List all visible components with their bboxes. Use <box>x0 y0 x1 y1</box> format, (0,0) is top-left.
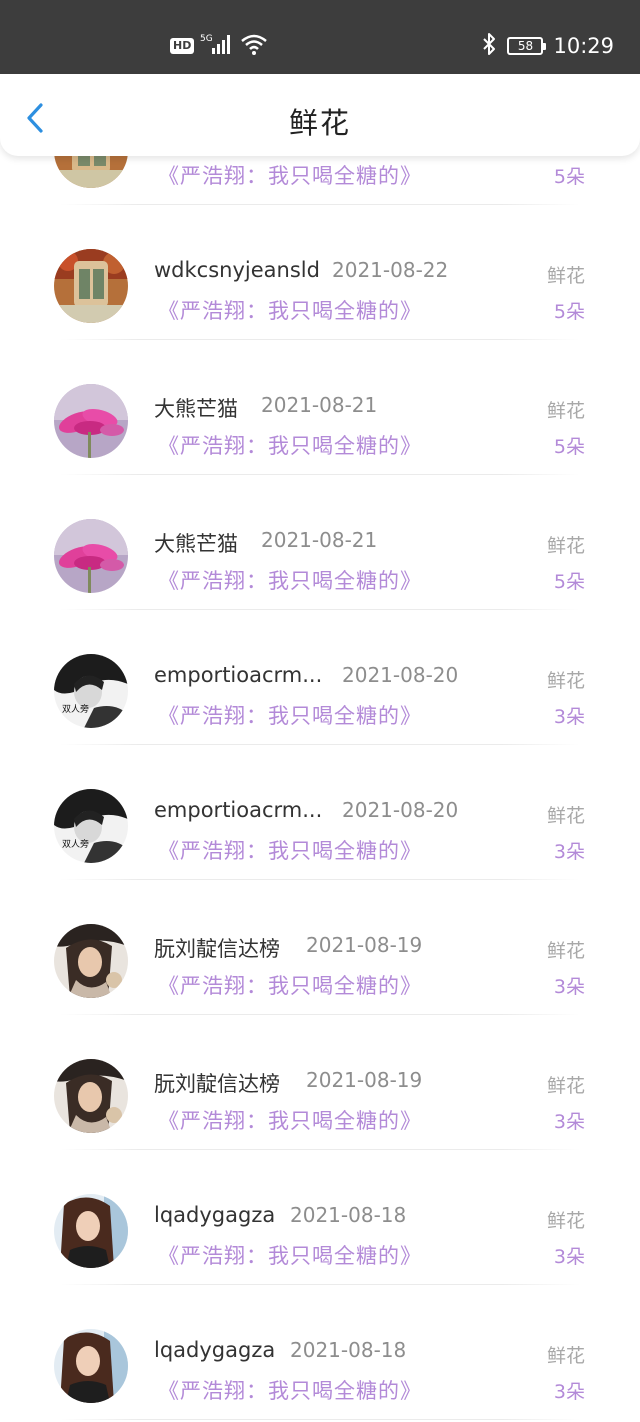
avatar <box>54 1329 128 1403</box>
list-item[interactable]: 大熊芒猫 2021-08-21 《严浩翔：我只喝全糖的》 鲜花 5朵 <box>0 340 640 475</box>
gift-type: 鲜花 <box>546 1210 585 1232</box>
nav-header: 鲜花 <box>0 74 640 156</box>
gift-type: 鲜花 <box>546 400 585 422</box>
work-title: 《严浩翔：我只喝全糖的》 <box>158 839 422 863</box>
user-name: emportioacrm... <box>154 798 323 822</box>
avatar <box>54 249 128 323</box>
flower-count: 3朵 <box>553 706 585 728</box>
work-title: 《严浩翔：我只喝全糖的》 <box>158 1379 422 1403</box>
svg-text:双人旁: 双人旁 <box>62 838 89 850</box>
flower-count: 5朵 <box>553 571 585 593</box>
work-title: 《严浩翔：我只喝全糖的》 <box>158 164 422 188</box>
record-date: 2021-08-18 <box>290 1338 407 1362</box>
user-name: 大熊芒猫 <box>154 397 238 421</box>
flower-count: 5朵 <box>553 166 585 188</box>
gift-type: 鲜花 <box>546 940 585 962</box>
flower-count: 5朵 <box>553 436 585 458</box>
avatar <box>54 519 128 593</box>
gift-type: 鲜花 <box>546 265 585 287</box>
work-title: 《严浩翔：我只喝全糖的》 <box>158 434 422 458</box>
record-date: 2021-08-21 <box>261 528 378 552</box>
avatar: 双人旁 <box>54 654 128 728</box>
user-name: 朊刘靛信达榜 <box>154 1072 280 1096</box>
work-title: 《严浩翔：我只喝全糖的》 <box>158 704 422 728</box>
avatar <box>54 1194 128 1268</box>
avatar <box>54 1059 128 1133</box>
record-date: 2021-08-20 <box>342 798 459 822</box>
list-item[interactable]: 双人旁 emportioacrm... 2021-08-20 《严浩翔：我只喝全… <box>0 610 640 745</box>
flower-record-list: 《严浩翔：我只喝全糖的》 5朵 wdkcsnyjeansld 2021-08-2… <box>0 0 640 1422</box>
work-title: 《严浩翔：我只喝全糖的》 <box>158 1109 422 1133</box>
flower-count: 5朵 <box>553 301 585 323</box>
record-date: 2021-08-21 <box>261 393 378 417</box>
flower-count: 3朵 <box>553 1246 585 1268</box>
user-name: wdkcsnyjeansld <box>154 258 320 282</box>
record-date: 2021-08-22 <box>332 258 449 282</box>
work-title: 《严浩翔：我只喝全糖的》 <box>158 974 422 998</box>
gift-type: 鲜花 <box>546 535 585 557</box>
work-title: 《严浩翔：我只喝全糖的》 <box>158 299 422 323</box>
list-item[interactable]: 大熊芒猫 2021-08-21 《严浩翔：我只喝全糖的》 鲜花 5朵 <box>0 475 640 610</box>
list-item[interactable]: wdkcsnyjeansld 2021-08-22 《严浩翔：我只喝全糖的》 鲜… <box>0 205 640 340</box>
list-item[interactable]: lqadygagza 2021-08-18 《严浩翔：我只喝全糖的》 鲜花 3朵 <box>0 1150 640 1285</box>
gift-type: 鲜花 <box>546 1345 585 1367</box>
page-title: 鲜花 <box>288 106 351 140</box>
record-date: 2021-08-19 <box>306 933 423 957</box>
svg-text:双人旁: 双人旁 <box>62 703 89 715</box>
user-name: lqadygagza <box>154 1338 276 1362</box>
list-item[interactable]: 双人旁 emportioacrm... 2021-08-20 《严浩翔：我只喝全… <box>0 745 640 880</box>
user-name: lqadygagza <box>154 1203 276 1227</box>
user-name: 大熊芒猫 <box>154 532 238 556</box>
record-date: 2021-08-18 <box>290 1203 407 1227</box>
flower-count: 3朵 <box>553 1381 585 1403</box>
list-item[interactable]: 朊刘靛信达榜 2021-08-19 《严浩翔：我只喝全糖的》 鲜花 3朵 <box>0 1015 640 1150</box>
gift-type: 鲜花 <box>546 1075 585 1097</box>
avatar: 双人旁 <box>54 789 128 863</box>
list-item[interactable]: lqadygagza 2021-08-18 《严浩翔：我只喝全糖的》 鲜花 3朵 <box>0 1285 640 1420</box>
row-divider <box>60 1419 580 1420</box>
avatar <box>54 384 128 458</box>
list-item[interactable]: 朊刘靛信达榜 2021-08-19 《严浩翔：我只喝全糖的》 鲜花 3朵 <box>0 880 640 1015</box>
work-title: 《严浩翔：我只喝全糖的》 <box>158 569 422 593</box>
record-date: 2021-08-20 <box>342 663 459 687</box>
flower-count: 3朵 <box>553 976 585 998</box>
flower-count: 3朵 <box>553 841 585 863</box>
user-name: 朊刘靛信达榜 <box>154 937 280 961</box>
work-title: 《严浩翔：我只喝全糖的》 <box>158 1244 422 1268</box>
record-date: 2021-08-19 <box>306 1068 423 1092</box>
gift-type: 鲜花 <box>546 670 585 692</box>
gift-type: 鲜花 <box>546 805 585 827</box>
avatar <box>54 924 128 998</box>
user-name: emportioacrm... <box>154 663 323 687</box>
flower-count: 3朵 <box>553 1111 585 1133</box>
